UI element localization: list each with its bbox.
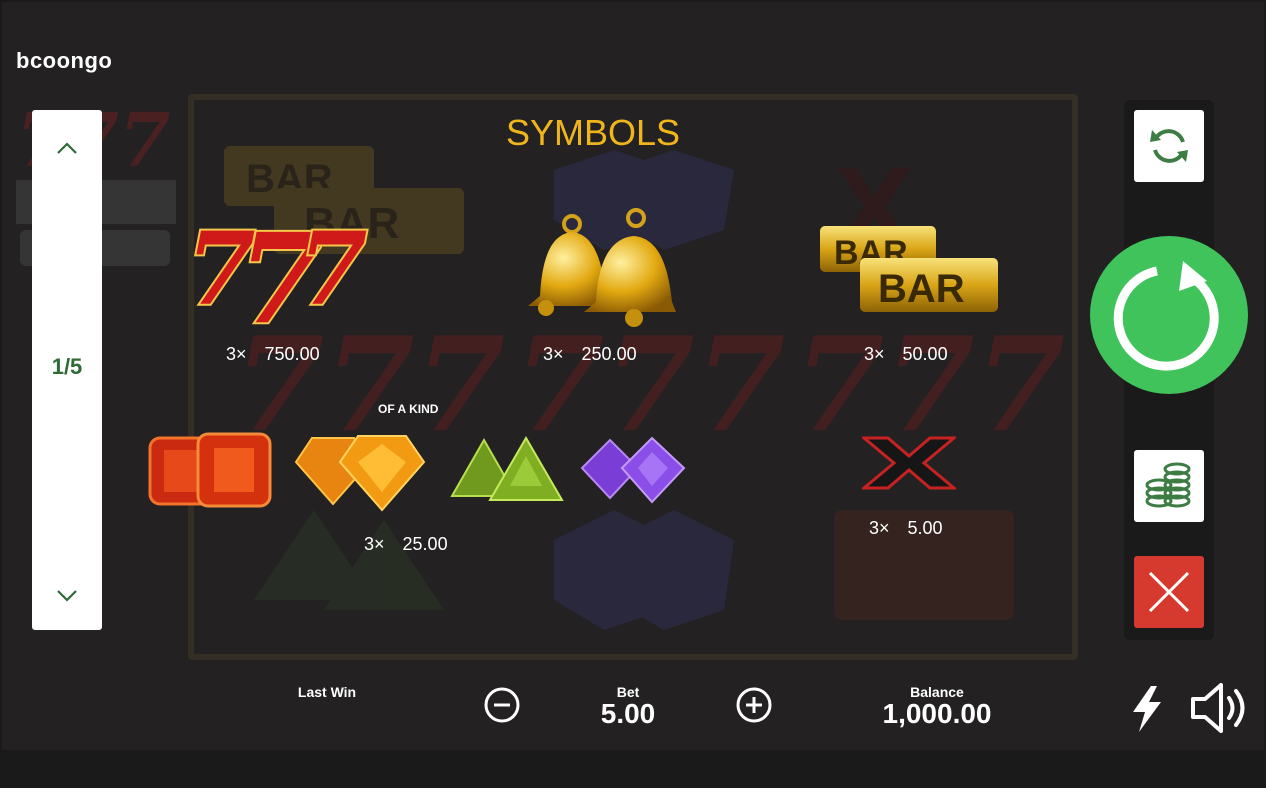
red-gem-icon	[148, 432, 272, 508]
close-icon	[1148, 571, 1190, 613]
close-button[interactable]	[1134, 556, 1204, 628]
provider-logo: bcoongo	[16, 48, 113, 73]
payout-value: 5.00	[907, 518, 943, 538]
minus-icon	[484, 687, 520, 723]
chevron-down-icon	[57, 590, 77, 602]
speaker-icon	[1191, 683, 1245, 733]
plus-icon	[736, 687, 772, 723]
purple-gem-icon	[580, 436, 686, 504]
payout-multiplier: 3×	[364, 534, 385, 554]
bet-decrease-button[interactable]	[482, 685, 522, 725]
spin-button[interactable]	[1090, 236, 1248, 394]
page-down-button[interactable]	[32, 576, 102, 616]
autoplay-icon	[1150, 129, 1188, 163]
payout-multiplier: 3×	[869, 518, 890, 538]
bar-text: BAR	[878, 267, 965, 311]
payout-value: 25.00	[402, 534, 448, 554]
payout-seven: 3× 750.00	[226, 344, 320, 365]
payout-value: 50.00	[902, 344, 948, 364]
chevron-up-icon	[57, 142, 77, 154]
payout-gems: 3× 25.00	[364, 534, 448, 555]
paytable-title: SYMBOLS	[505, 112, 681, 153]
x-symbol-icon	[862, 436, 956, 490]
seven-symbol-icon: 7 7 7	[184, 205, 370, 330]
bell-symbol-icon	[528, 208, 676, 327]
coins-icon	[1145, 462, 1191, 508]
svg-text:7: 7	[298, 210, 368, 328]
background-reels: BAR BAR X 777 777 777	[188, 94, 1078, 660]
payout-multiplier: 3×	[226, 344, 247, 364]
of-a-kind-label: OF A KIND	[378, 402, 439, 416]
payout-bell: 3× 250.00	[543, 344, 637, 365]
bottom-strip	[0, 750, 1266, 788]
balance-value: 1,000.00	[882, 698, 992, 729]
payout-value: 250.00	[581, 344, 637, 364]
bet-stack-button[interactable]	[1134, 450, 1204, 522]
paytable-pager: 1/5	[32, 110, 102, 630]
spin-icon	[1113, 261, 1219, 371]
autoplay-button[interactable]	[1134, 110, 1204, 182]
payout-multiplier: 3×	[864, 344, 885, 364]
bet-value: 5.00	[600, 698, 656, 729]
bet-increase-button[interactable]	[734, 685, 774, 725]
turbo-button[interactable]	[1124, 682, 1170, 736]
payout-multiplier: 3×	[543, 344, 564, 364]
page-indicator: 1/5	[51, 354, 83, 379]
payout-bar: 3× 50.00	[864, 344, 948, 365]
green-gem-icon	[450, 436, 564, 501]
page-up-button[interactable]	[32, 128, 102, 168]
last-win-label: Last Win	[297, 684, 357, 700]
lightning-icon	[1133, 686, 1161, 732]
payout-x: 3× 5.00	[869, 518, 943, 539]
orange-gem-icon	[294, 435, 426, 512]
payout-value: 750.00	[264, 344, 320, 364]
sound-button[interactable]	[1188, 680, 1254, 736]
bar-symbol-icon: BAR BAR	[820, 226, 998, 312]
